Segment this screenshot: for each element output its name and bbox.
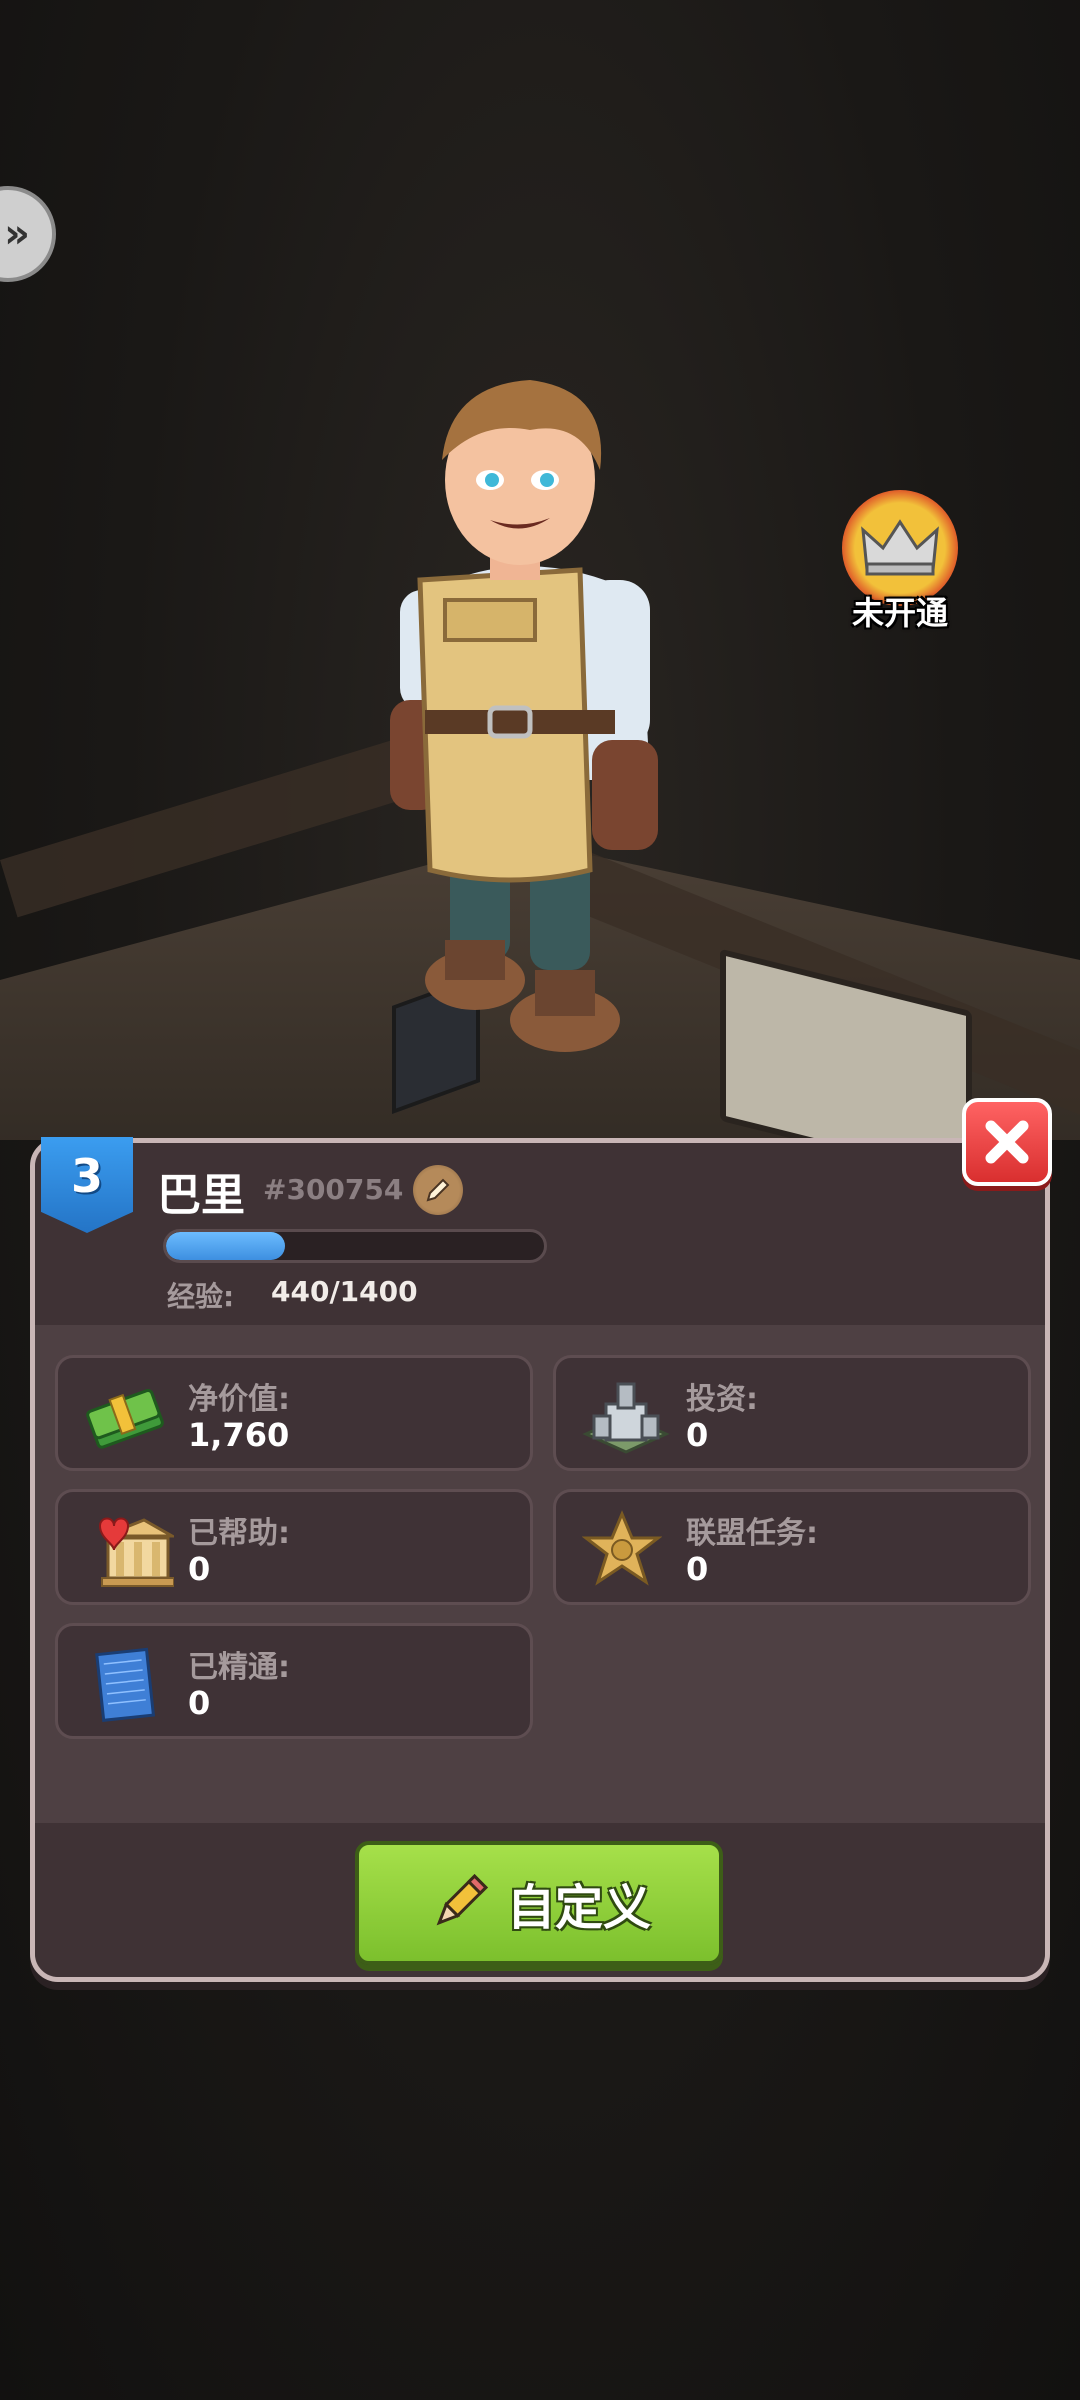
player-name: 巴里 [157,1170,245,1221]
profile-header: 3 巴里 #300754 经验: 440/1400 [35,1137,1045,1325]
player-id: #300754 [263,1173,404,1206]
stat-value: 0 [188,1550,211,1588]
building-icon [582,1382,670,1454]
stat-card-alliance-tasks: 联盟任务: 0 [553,1489,1031,1605]
crown-icon [861,519,939,576]
game-scene: » 未开通 [0,0,1080,1140]
stat-card-mastered: 已精通: 0 [55,1623,533,1739]
customize-button-label: 自定义 [506,1880,651,1936]
profile-panel: 3 巴里 #300754 经验: 440/1400 净价值: 1,760 投资:… [30,1137,1050,1982]
level-badge: 3 [41,1137,133,1233]
stat-card-net-worth: 净价值: 1,760 [55,1355,533,1471]
edit-name-button[interactable] [413,1165,463,1215]
stat-card-investment: 投资: 0 [553,1355,1031,1471]
double-chevron-right-icon: » [4,211,30,257]
stat-value: 0 [686,1416,709,1454]
close-button[interactable] [962,1098,1052,1186]
stat-label: 已帮助: [188,1516,290,1551]
player-character[interactable] [380,380,680,1060]
stat-label: 联盟任务: [686,1516,818,1551]
pencil-icon [426,1178,450,1202]
charity-building-icon [98,1517,174,1587]
close-icon [985,1120,1029,1164]
xp-progress-bar [163,1229,547,1263]
pencil-icon [436,1874,488,1926]
sheriff-star-icon [582,1510,662,1586]
stat-value: 0 [686,1550,709,1588]
stat-label: 投资: [686,1382,758,1417]
cash-stack-icon [86,1388,164,1449]
xp-value: 440/1400 [271,1275,418,1308]
blueprint-icon [95,1647,156,1722]
vip-status-label: 未开通 [851,594,948,632]
stat-value: 1,760 [188,1416,290,1454]
expand-panel-button[interactable]: » [0,186,56,282]
stat-card-helped: 已帮助: 0 [55,1489,533,1605]
customize-button[interactable]: 自定义 [355,1841,723,1965]
xp-label: 经验: [167,1280,235,1313]
stat-label: 净价值: [188,1382,290,1417]
stat-label: 已精通: [188,1650,290,1685]
stat-value: 0 [188,1684,211,1722]
xp-progress-fill [166,1232,285,1260]
